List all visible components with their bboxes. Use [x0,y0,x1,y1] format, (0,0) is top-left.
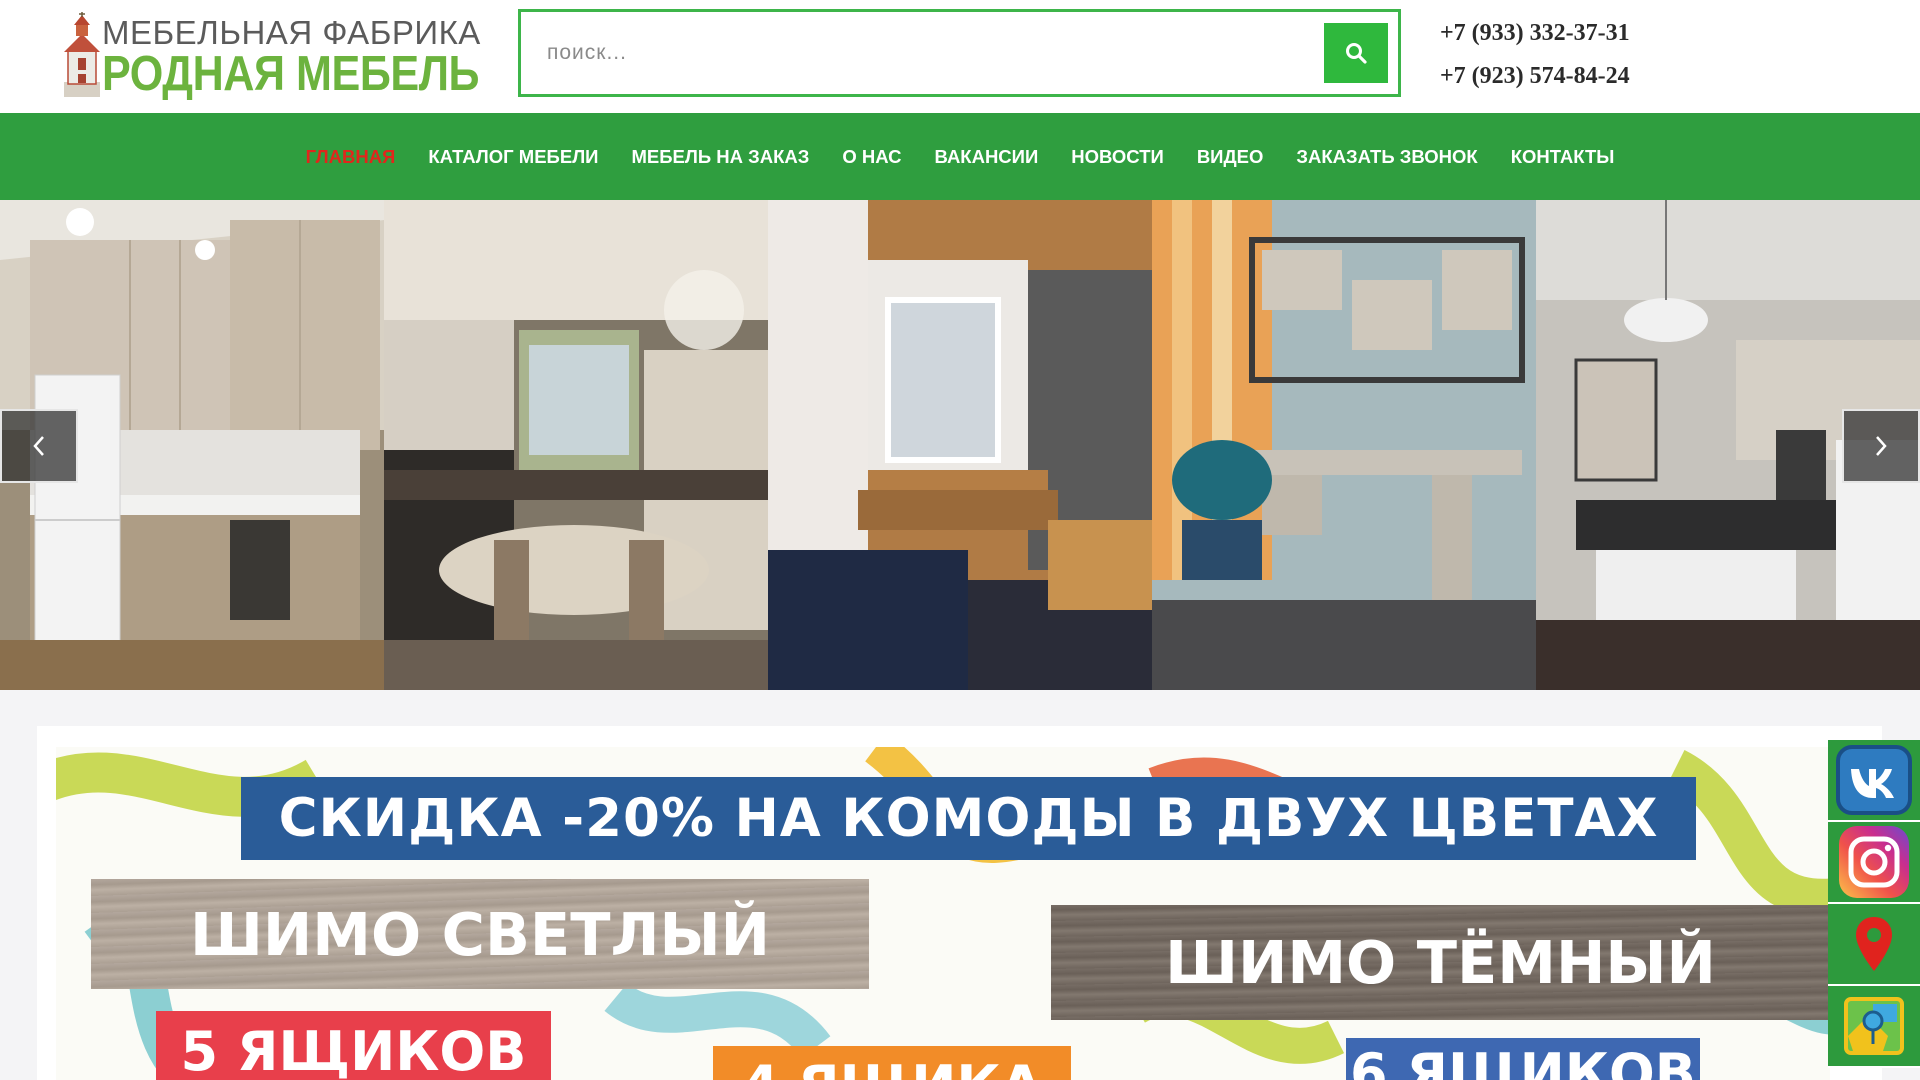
search-button[interactable] [1324,23,1388,83]
search-form [518,9,1401,97]
phone-number-2[interactable]: +7 (923) 574-84-24 [1440,55,1630,98]
nav-item-video[interactable]: ВИДЕО [1197,146,1264,168]
location-button[interactable] [1828,904,1920,986]
chevron-left-icon [33,436,44,456]
slider-next-button[interactable] [1842,409,1920,483]
vk-icon [1836,745,1912,815]
nav-item-news[interactable]: НОВОСТИ [1071,146,1164,168]
promo-tag-6-drawers: 6 ЯЩИКОВ [1346,1038,1700,1080]
instagram-button[interactable] [1828,822,1920,904]
slider-prev-button[interactable] [0,409,78,483]
phone-list: +7 (933) 332-37-31 +7 (923) 574-84-24 [1440,12,1630,98]
search-input[interactable] [521,12,1321,94]
social-sidebar [1828,740,1920,1068]
instagram-icon [1839,826,1909,898]
nav-item-vacancies[interactable]: ВАКАНСИИ [935,146,1039,168]
maps-app-icon [1844,997,1904,1055]
nav-item-contacts[interactable]: КОНТАКТЫ [1511,146,1615,168]
search-icon [1346,43,1367,64]
nav-item-home[interactable]: ГЛАВНАЯ [306,146,396,168]
kids-room-photo[interactable] [768,200,1152,690]
nav-item-catalog[interactable]: КАТАЛОГ МЕБЕЛИ [428,146,598,168]
promo-banner[interactable]: СКИДКА -20% НА КОМОДЫ В ДВУХ ЦВЕТАХ ШИМО… [56,747,1830,1080]
nav-item-request-call[interactable]: ЗАКАЗАТЬ ЗВОНОК [1296,146,1477,168]
maps-app-button[interactable] [1828,986,1920,1068]
content-area: СКИДКА -20% НА КОМОДЫ В ДВУХ ЦВЕТАХ ШИМО… [0,690,1920,1080]
church-icon [64,12,100,97]
promo-title: СКИДКА -20% НА КОМОДЫ В ДВУХ ЦВЕТАХ [241,777,1696,860]
nav-item-custom-furniture[interactable]: МЕБЕЛЬ НА ЗАКАЗ [631,146,809,168]
main-nav: ГЛАВНАЯ КАТАЛОГ МЕБЕЛИ МЕБЕЛЬ НА ЗАКАЗ О… [0,113,1920,200]
site-logo[interactable]: МЕБЕЛЬНАЯ ФАБРИКА РОДНАЯ МЕБЕЛЬ [60,12,480,101]
site-header: МЕБЕЛЬНАЯ ФАБРИКА РОДНАЯ МЕБЕЛЬ +7 (933)… [0,0,1920,113]
promo-dark-label: ШИМО ТЁМНЫЙ [1051,905,1830,1020]
kitchen-dining-photo[interactable] [384,200,768,690]
vk-button[interactable] [1828,740,1920,822]
phone-number-1[interactable]: +7 (933) 332-37-31 [1440,12,1630,55]
promo-light-label: ШИМО СВЕТЛЫЙ [91,879,869,989]
chevron-right-icon [1876,436,1887,456]
promo-tag-4-drawers: 4 ЯЩИКА [713,1046,1071,1080]
image-slider [0,200,1920,690]
study-desk-photo[interactable] [1152,200,1536,690]
logo-title: РОДНАЯ МЕБЕЛЬ [102,47,480,101]
nav-item-about[interactable]: О НАС [842,146,901,168]
map-pin-icon [1856,917,1892,971]
promo-tag-5-drawers: 5 ЯЩИКОВ [156,1011,551,1080]
